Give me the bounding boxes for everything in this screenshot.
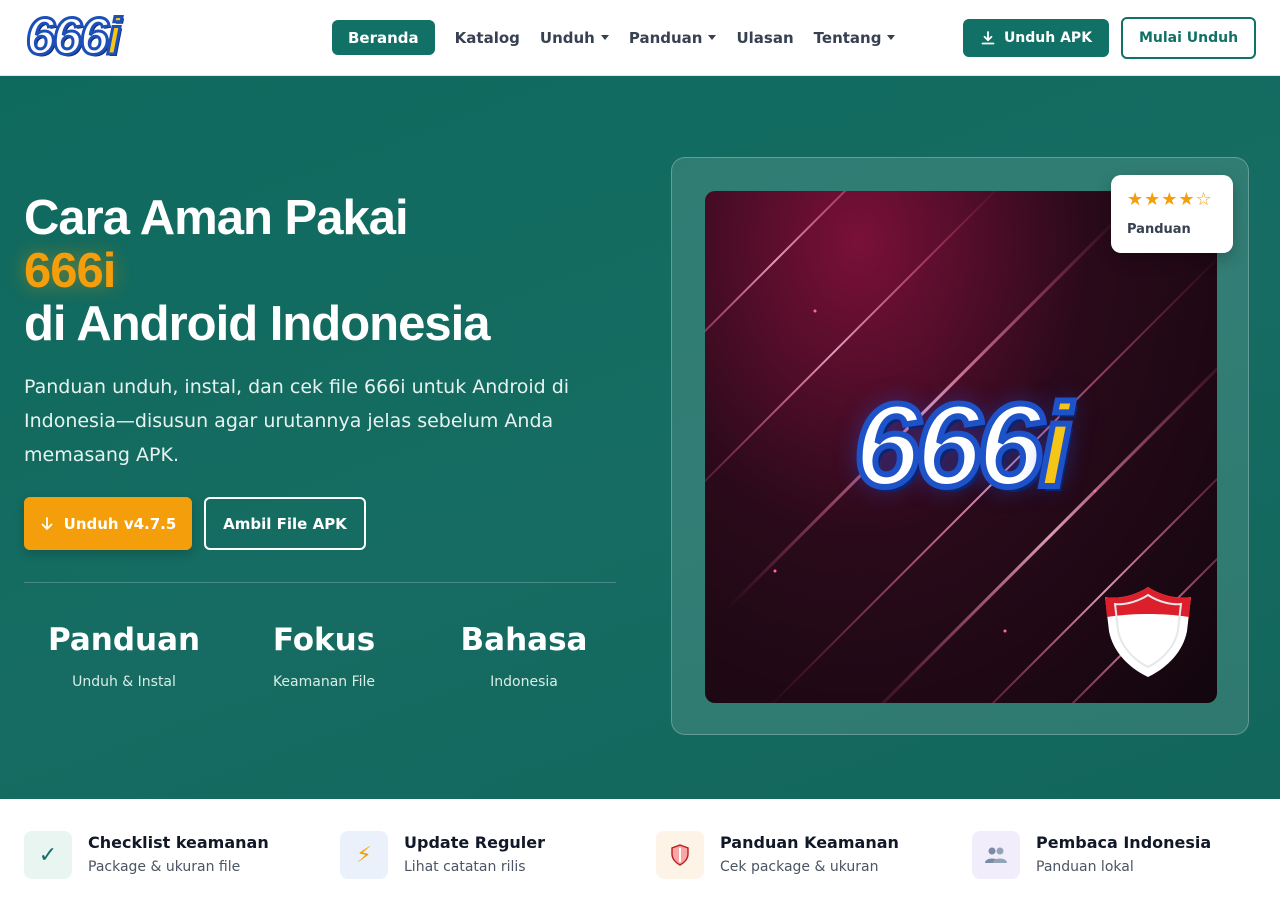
promo-logo-main: 666 — [851, 377, 1046, 515]
hero-description: Panduan unduh, instal, dan cek file 666i… — [24, 376, 570, 466]
hero-section: Cara Aman Pakai 666i di Android Indonesi… — [0, 76, 1280, 799]
feature-title: Panduan Keamanan — [720, 833, 899, 852]
stat-item: Fokus Keamanan File — [224, 616, 424, 706]
site-header: 666 i Beranda Katalog Unduh Panduan Ulasa… — [0, 0, 1280, 76]
download-apk-label: Unduh APK — [1003, 30, 1093, 46]
stat-label: Unduh & Instal — [72, 674, 176, 690]
stat-value: Panduan — [47, 622, 201, 658]
feature-item-security-guide: Panduan Keamanan Cek package & ukuran — [656, 831, 956, 879]
caret-down-icon — [708, 35, 717, 40]
check-icon: ✓ — [24, 831, 72, 879]
rating-label: Panduan — [1127, 222, 1191, 237]
main-nav: Beranda Katalog Unduh Panduan Ulasan Ten… — [332, 20, 905, 55]
feature-strip: ✓ Checklist keamanan Package & ukuran fi… — [0, 799, 1280, 900]
feature-title: Pembaca Indonesia — [1036, 833, 1212, 852]
promo-image: 666 i — [705, 191, 1217, 703]
feature-item-regular-update: ⚡ Update Reguler Lihat catatan rilis — [340, 831, 640, 879]
download-apk-button[interactable]: Unduh APK — [963, 19, 1109, 57]
feature-subtitle: Lihat catatan rilis — [404, 859, 526, 875]
feature-title: Update Reguler — [404, 833, 546, 852]
caret-down-icon — [887, 35, 896, 40]
feature-item-indonesian-readers: Pembaca Indonesia Panduan lokal — [972, 831, 1272, 879]
promo-logo: 666 i — [705, 377, 1217, 515]
nav-item-unduh[interactable]: Unduh — [530, 20, 619, 55]
download-icon — [981, 31, 995, 45]
feature-title: Checklist keamanan — [88, 833, 269, 852]
hero-title-accent: 666i — [24, 244, 116, 298]
feature-subtitle: Panduan lokal — [1036, 859, 1134, 875]
hero-title-line3: di Android Indonesia — [24, 297, 490, 351]
hero-title: Cara Aman Pakai 666i di Android Indonesi… — [24, 192, 644, 351]
nav-item-panduan[interactable]: Panduan — [619, 20, 727, 55]
hero-image-panel: 666 i ★★★★☆ Panduan — [671, 157, 1249, 735]
download-version-label: Unduh v4.7.5 — [63, 514, 177, 533]
logo-i-text: i — [105, 8, 123, 66]
nav-item-label: Tentang — [813, 28, 882, 47]
nav-item-label: Unduh — [539, 28, 595, 47]
download-version-button[interactable]: Unduh v4.7.5 — [24, 497, 192, 550]
feature-subtitle: Package & ukuran file — [88, 859, 241, 875]
start-download-button[interactable]: Mulai Unduh — [1121, 17, 1256, 59]
nav-item-tentang[interactable]: Tentang — [804, 20, 906, 55]
caret-down-icon — [600, 35, 609, 40]
nav-item-ulasan[interactable]: Ulasan — [726, 20, 803, 55]
nav-item-label: Katalog — [454, 28, 520, 47]
hero-title-line1: Cara Aman Pakai — [24, 191, 409, 245]
stat-item: Panduan Unduh & Instal — [24, 616, 224, 706]
stat-label: Indonesia — [490, 674, 558, 690]
feature-item-security-checklist: ✓ Checklist keamanan Package & ukuran fi… — [24, 831, 324, 879]
stat-label: Keamanan File — [272, 674, 376, 690]
stat-item: Bahasa Indonesia — [424, 616, 624, 706]
site-logo[interactable]: 666 i — [25, 8, 216, 66]
promo-logo-i: i — [1036, 377, 1075, 515]
shield-badge-icon — [1105, 587, 1191, 677]
nav-item-label: Panduan — [628, 28, 703, 47]
rating-card: ★★★★☆ Panduan — [1111, 175, 1233, 253]
nav-item-katalog[interactable]: Katalog — [445, 20, 530, 55]
feature-subtitle: Cek package & ukuran — [720, 859, 879, 875]
arrow-down-icon — [41, 516, 53, 530]
hero-divider — [24, 582, 616, 583]
stat-value: Bahasa — [460, 622, 588, 658]
shield-icon — [656, 831, 704, 879]
logo-main-text: 666 — [25, 8, 111, 66]
nav-item-label: Ulasan — [736, 28, 794, 47]
nav-item-label: Beranda — [348, 28, 419, 47]
stat-value: Fokus — [272, 622, 376, 658]
nav-item-beranda[interactable]: Beranda — [332, 20, 435, 55]
lightning-icon: ⚡ — [340, 831, 388, 879]
users-icon — [972, 831, 1020, 879]
start-download-label: Mulai Unduh — [1138, 30, 1239, 46]
get-apk-file-label: Ambil File APK — [223, 514, 347, 533]
hero-stats: Panduan Unduh & Instal Fokus Keamanan Fi… — [24, 616, 624, 706]
get-apk-file-button[interactable]: Ambil File APK — [204, 497, 366, 550]
star-rating: ★★★★☆ — [1127, 189, 1213, 210]
